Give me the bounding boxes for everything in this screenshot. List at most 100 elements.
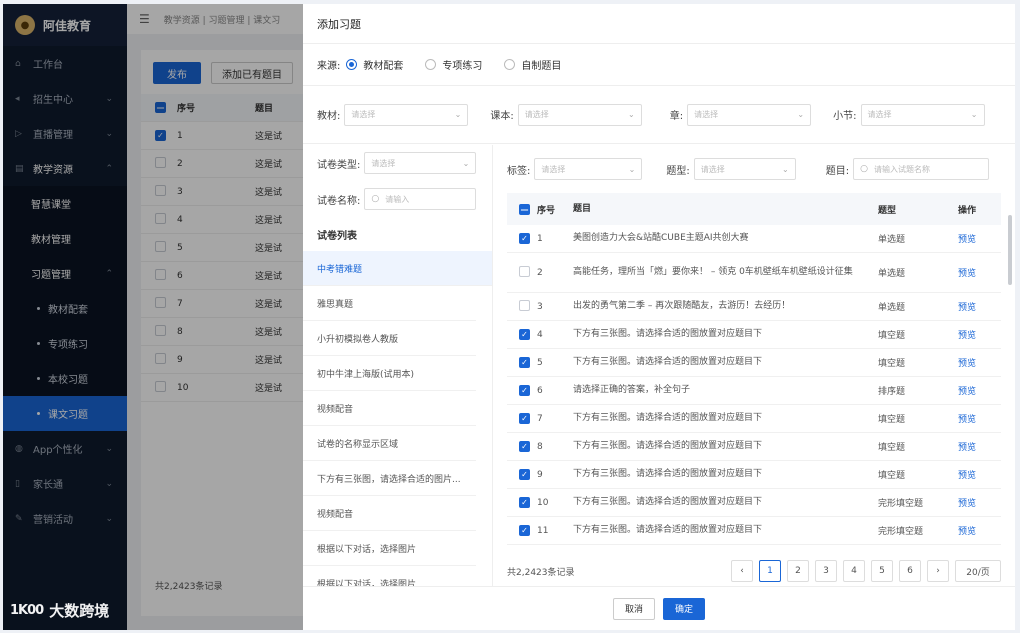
row-checkbox[interactable]: ✓ — [519, 525, 530, 536]
preview-link[interactable]: 预览 — [958, 524, 978, 537]
row-checkbox[interactable]: ✓ — [519, 357, 530, 368]
watermark-text: 大数跨境 — [49, 602, 110, 620]
table-row[interactable]: ✓ 4 下方有三张图。请选择合适的图放置对应题目下 填空题 预览 — [507, 321, 1001, 349]
preview-link[interactable]: 预览 — [958, 468, 978, 481]
select-all-checkbox[interactable]: — — [519, 203, 530, 215]
row-title: 下方有三张图。请选择合适的图放置对应题目下 — [573, 525, 763, 535]
radio-custom[interactable] — [504, 59, 516, 70]
row-title: 下方有三张图。请选择合适的图放置对应题目下 — [573, 357, 763, 367]
page-size-select[interactable]: 20/页 — [955, 560, 1001, 582]
table-row[interactable]: ✓ 6 请选择正确的答案，补全句子 排序题 预览 — [507, 377, 1001, 405]
table-row[interactable]: ✓ 11 下方有三张图。请选择合适的图放置对应题目下 完形填空题 预览 — [507, 517, 1001, 545]
modal-overlay[interactable] — [3, 4, 303, 630]
row-title: 下方有三张图。请选择合适的图放置对应题目下 — [573, 441, 763, 451]
radio-special[interactable] — [425, 59, 437, 70]
paper-list-item[interactable]: 视频配音 — [303, 391, 476, 426]
preview-link[interactable]: 预览 — [958, 328, 978, 341]
page-button[interactable]: 6 — [899, 560, 921, 582]
paper-list-item[interactable]: 根据以下对话，选择图片 — [303, 531, 476, 566]
paper-type-select[interactable]: 请选择 ⌄ — [364, 152, 477, 174]
table-row[interactable]: ✓ 1 美图创造力大会&站酷CUBE主题AI共创大赛 单选题 预览 — [507, 225, 1001, 253]
table-scrollbar[interactable] — [1008, 215, 1012, 285]
paper-list-item[interactable]: 初中牛津上海版(试用本) — [303, 356, 476, 391]
preview-link[interactable]: 预览 — [958, 412, 978, 425]
input-placeholder: 请输入试题名称 — [873, 164, 930, 174]
table-row[interactable]: ✓ 7 下方有三张图。请选择合适的图放置对应题目下 填空题 预览 — [507, 405, 1001, 433]
paper-list-item[interactable]: 雅思真题 — [303, 286, 476, 321]
question-footer: 共2,2423条记录 ‹ 123456 › 20/页 — [507, 556, 1001, 586]
table-row[interactable]: ✓ 10 下方有三张图。请选择合适的图放置对应题目下 完形填空题 预览 — [507, 489, 1001, 517]
table-row[interactable]: 3 出发的勇气第二季 – 再次跟随酷友，去游历！去经历！ 单选题 预览 — [507, 293, 1001, 321]
radio-textbook[interactable] — [346, 59, 358, 70]
paper-list-item[interactable]: 根据以下对话，选择图片 — [303, 566, 476, 587]
page-button[interactable]: 4 — [843, 560, 865, 582]
preview-link[interactable]: 预览 — [958, 300, 978, 313]
row-checkbox[interactable]: ✓ — [519, 385, 530, 396]
paper-name-label: 试卷名称: — [317, 195, 361, 207]
paper-list-item[interactable]: 试卷的名称显示区域 — [303, 426, 476, 461]
radio-special-label[interactable]: 专项练习 — [442, 57, 482, 72]
paper-list-item[interactable]: 中考错难题 — [303, 251, 492, 286]
paper-name-input[interactable]: ○ 请输入 — [364, 188, 477, 210]
row-type: 填空题 — [878, 415, 906, 425]
question-pane: 标签: 请选择 ⌄ 题型: 请选择 ⌄ 题目: ○ 请输入试题名称 — 序号 题… — [493, 145, 1015, 586]
confirm-button[interactable]: 确定 — [663, 597, 705, 620]
row-checkbox[interactable]: ✓ — [519, 413, 530, 424]
paper-pane: 试卷类型: 请选择 ⌄ 试卷名称: ○ 请输入 试卷列表 中考错难题 雅思真题 小升初… — [303, 145, 493, 586]
row-type: 单选题 — [878, 235, 906, 245]
paper-list-item[interactable]: 小升初模拟卷人教版 — [303, 321, 476, 356]
paper-type-row: 试卷类型: 请选择 ⌄ — [303, 145, 492, 181]
radio-custom-label[interactable]: 自制题目 — [521, 57, 561, 72]
row-no: 7 — [537, 413, 543, 424]
row-checkbox[interactable]: ✓ — [519, 441, 530, 452]
paper-list-item[interactable]: 视频配音 — [303, 496, 476, 531]
preview-link[interactable]: 预览 — [958, 232, 978, 245]
prev-page-button[interactable]: ‹ — [731, 560, 753, 582]
source-label: 来源: — [317, 61, 341, 72]
page-button[interactable]: 5 — [871, 560, 893, 582]
row-checkbox[interactable] — [519, 299, 530, 311]
question-label: 题目: — [825, 165, 850, 177]
row-title: 下方有三张图。请选择合适的图放置对应题目下 — [573, 469, 763, 479]
table-row[interactable]: ✓ 5 下方有三张图。请选择合适的图放置对应题目下 填空题 预览 — [507, 349, 1001, 377]
preview-link[interactable]: 预览 — [958, 440, 978, 453]
preview-link[interactable]: 预览 — [958, 384, 978, 397]
qtype-select[interactable]: 请选择 ⌄ — [693, 158, 796, 180]
row-title: 美图创造力大会&站酷CUBE主题AI共创大赛 — [573, 233, 749, 243]
select-placeholder: 请选择 — [371, 158, 396, 168]
chapter-select[interactable]: 请选择 ⌄ — [687, 103, 812, 126]
textbook-select[interactable]: 请选择 ⌄ — [344, 103, 469, 126]
row-checkbox[interactable]: ✓ — [519, 497, 530, 508]
qtype-label: 题型: — [666, 165, 690, 177]
table-row[interactable]: ✓ 9 下方有三张图。请选择合适的图放置对应题目下 填空题 预览 — [507, 461, 1001, 489]
row-checkbox[interactable]: ✓ — [519, 233, 530, 244]
row-no: 2 — [537, 267, 543, 278]
section-select[interactable]: 请选择 ⌄ — [860, 103, 985, 126]
page-button[interactable]: 2 — [787, 560, 809, 582]
row-no: 5 — [537, 357, 543, 368]
col-title: 题目 — [573, 203, 592, 214]
select-placeholder: 请选择 — [541, 164, 566, 174]
paper-name-row: 试卷名称: ○ 请输入 — [303, 181, 492, 217]
table-row[interactable]: 2 高能任务，理所当「燃」要你来！ – 领克 0车机壁纸车机壁纸设计征集 单选题 预览 — [507, 253, 1001, 293]
tag-select[interactable]: 请选择 ⌄ — [534, 158, 643, 180]
cancel-button[interactable]: 取消 — [613, 597, 655, 620]
preview-link[interactable]: 预览 — [958, 496, 978, 509]
paper-list-item[interactable]: 下方有三张图，请选择合适的图片... — [303, 461, 476, 496]
page-button[interactable]: 3 — [815, 560, 837, 582]
row-no: 11 — [537, 525, 549, 536]
row-type: 单选题 — [878, 303, 906, 313]
volume-select[interactable]: 请选择 ⌄ — [517, 103, 642, 126]
row-checkbox[interactable]: ✓ — [519, 469, 530, 480]
preview-link[interactable]: 预览 — [958, 266, 978, 279]
table-row[interactable]: ✓ 8 下方有三张图。请选择合适的图放置对应题目下 填空题 预览 — [507, 433, 1001, 461]
preview-link[interactable]: 预览 — [958, 356, 978, 369]
row-checkbox[interactable] — [519, 265, 530, 277]
filter-row: 教材: 请选择 ⌄ 课本: 请选择 ⌄ 章: 请选择 ⌄ 小节: 请选择 ⌄ — [303, 86, 1015, 144]
question-search-input[interactable]: ○ 请输入试题名称 — [853, 158, 990, 180]
next-page-button[interactable]: › — [927, 560, 949, 582]
radio-textbook-label[interactable]: 教材配套 — [363, 57, 403, 72]
page-button[interactable]: 1 — [759, 560, 781, 582]
row-checkbox[interactable]: ✓ — [519, 329, 530, 340]
row-type: 排序题 — [878, 387, 906, 397]
